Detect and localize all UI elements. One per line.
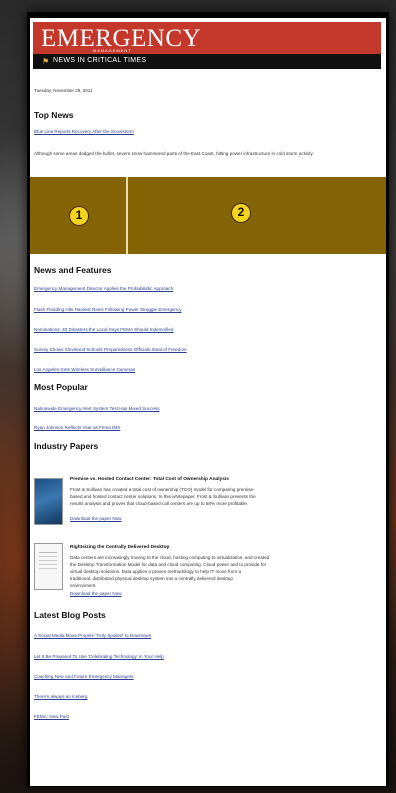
blog-post-link[interactable]: Let It Be Prepared To Use 'Celebrating T… xyxy=(34,654,164,659)
section-title-news-features: News and Features xyxy=(34,265,112,275)
news-feature-link[interactable]: Survey Shows Cleveland Schools Preparedn… xyxy=(34,347,187,352)
tagline: NEWS IN CRITICAL TIMES xyxy=(53,57,147,64)
issue-date: Tuesday, November 29, 2011 xyxy=(34,88,93,93)
news-feature-link[interactable]: Emergency Management Director Applies th… xyxy=(34,286,173,291)
paper-description-line: Frost & Sullivan has created a total cos… xyxy=(70,487,255,492)
paper-description-line: traditional, distributed physical deskto… xyxy=(70,576,233,581)
paper-title: Premise vs. Hosted Contact Center: Total… xyxy=(70,477,229,482)
paper-description: Data centers are increasingly moving to … xyxy=(70,554,374,589)
flag-icon: ⚑ xyxy=(42,57,50,66)
paper-description: Frost & Sullivan has created a total cos… xyxy=(70,486,374,507)
paper-description-line: based and hosted contact center solution… xyxy=(70,494,256,499)
section-title-industry-papers: Industry Papers xyxy=(34,441,99,451)
paper-download-link[interactable]: Download the paper Now xyxy=(70,591,122,596)
paper-title: Rightsizing the Centrally Delivered Desk… xyxy=(70,545,170,550)
top-news-summary: Although some areas dodged the bullet, s… xyxy=(34,151,314,156)
newsletter-page: EMERGENCY MANAGEMENT ⚑ NEWS IN CRITICAL … xyxy=(30,18,386,786)
paper-description-line: results analysis and proves that cloud-b… xyxy=(70,501,249,506)
blog-post-link[interactable]: A Social Media Move Propels 'Truly Spoil… xyxy=(34,633,151,638)
banner-ad[interactable]: 1 2 xyxy=(30,177,386,254)
paper-thumbnail-2[interactable] xyxy=(34,543,63,590)
masthead: EMERGENCY MANAGEMENT ⚑ NEWS IN CRITICAL … xyxy=(33,22,381,69)
section-title-most-popular: Most Popular xyxy=(34,382,88,392)
banner-divider xyxy=(126,177,128,254)
blog-post-link[interactable]: There's always an Iceberg xyxy=(34,694,87,699)
logo-bar: EMERGENCY MANAGEMENT xyxy=(33,22,381,54)
paper-description-line: environment. xyxy=(70,583,97,588)
tagline-bar: ⚑ NEWS IN CRITICAL TIMES xyxy=(33,54,381,69)
section-title-blog: Latest Blog Posts xyxy=(34,610,106,620)
news-feature-link[interactable]: Flash Flooding Hits Hardest Rains Follow… xyxy=(34,307,182,312)
news-feature-link[interactable]: Los Angeles Gets Wireless Surveillance C… xyxy=(34,367,135,372)
top-news-headline-link[interactable]: Blue Line Reports Recovery After the Sno… xyxy=(34,129,134,134)
news-feature-link[interactable]: Nominations: 40 Disasters the Local Says… xyxy=(34,327,173,332)
paper-download-link[interactable]: Download the paper Now xyxy=(70,516,122,521)
marker-badge-2: 2 xyxy=(231,203,251,223)
paper-thumbnail-1[interactable] xyxy=(34,478,63,525)
paper-description-line: the Desktop Transformation Model for dat… xyxy=(70,562,267,567)
paper-description-line: virtual desktop solutions. Data applies … xyxy=(70,569,241,574)
logo-subtitle: MANAGEMENT xyxy=(93,48,132,53)
blog-post-link[interactable]: Coaching New and Future Emergency Manage… xyxy=(34,674,134,679)
blog-post-link[interactable]: FEMA: Now Past xyxy=(34,714,69,719)
marker-badge-1: 1 xyxy=(69,206,89,226)
most-popular-link[interactable]: Ryan Johnson Reflects Year as Fema IMS xyxy=(34,425,120,430)
paper-description-line: Data centers are increasingly moving to … xyxy=(70,555,270,560)
section-title-top-news: Top News xyxy=(34,110,74,120)
most-popular-link[interactable]: Nationwide Emergency Alert System Test H… xyxy=(34,406,160,411)
